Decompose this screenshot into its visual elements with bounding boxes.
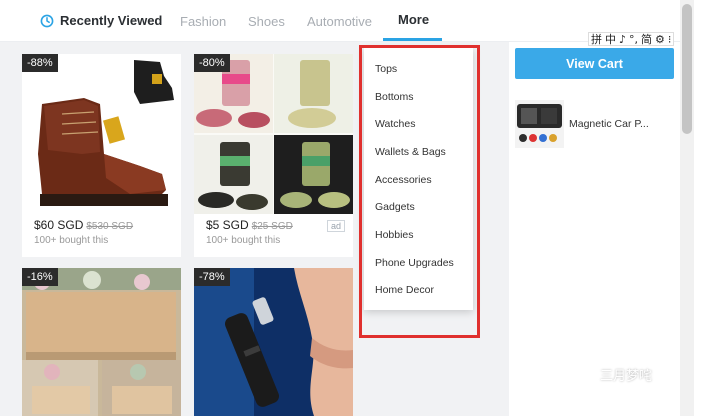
sold-count: 100+ bought this	[206, 235, 281, 246]
ime-moon-icon[interactable]: ♪	[619, 33, 626, 46]
price: $60 SGD	[34, 218, 84, 232]
ime-simplified-icon[interactable]: 简	[641, 31, 652, 47]
original-price: $530 SGD	[86, 221, 134, 232]
product-thumbnail	[515, 100, 564, 148]
discount-badge: -88%	[22, 54, 58, 72]
price: $5 SGD	[206, 218, 249, 232]
scrollbar[interactable]	[680, 0, 694, 416]
wechat-icon	[572, 366, 594, 383]
clock-icon	[40, 14, 54, 27]
ime-chinese-mode-icon[interactable]: 中	[605, 31, 616, 47]
product-card[interactable]: -78%	[194, 268, 353, 416]
tab-automotive[interactable]: Automotive	[307, 14, 372, 29]
tab-recently-viewed[interactable]: Recently Viewed	[40, 13, 162, 28]
ime-pinyin-icon[interactable]: 拼	[591, 31, 602, 47]
tab-label: Recently Viewed	[60, 13, 163, 28]
tab-more[interactable]: More	[398, 12, 429, 27]
ime-punctuation-icon[interactable]: °,	[629, 33, 638, 46]
original-price: $25 SGD	[251, 221, 293, 232]
ad-badge: ad	[326, 220, 345, 232]
product-image-boots	[22, 54, 181, 214]
product-card[interactable]: -80% $5 SGD $25 SGD ad 100+ bought this	[194, 54, 353, 257]
scrollbar-thumb[interactable]	[682, 4, 692, 134]
cart-sidebar: View Cart Magnetic Car P...	[509, 42, 684, 416]
ime-settings-icon[interactable]: ⚙	[655, 33, 665, 46]
watermark: 三月梦咤	[572, 365, 652, 384]
tab-shoes[interactable]: Shoes	[248, 14, 285, 29]
watermark-text: 三月梦咤	[600, 368, 653, 383]
discount-badge: -16%	[22, 268, 58, 286]
active-tab-indicator	[383, 38, 442, 41]
discount-badge: -78%	[194, 268, 230, 286]
product-image-tea-jars	[194, 54, 353, 214]
price-row: $5 SGD $25 SGD	[206, 218, 293, 232]
tab-fashion[interactable]: Fashion	[180, 14, 226, 29]
view-cart-button[interactable]: View Cart	[515, 48, 674, 79]
highlight-box	[359, 45, 480, 338]
product-card[interactable]: -88% $60 SGD $530 SGD 100+ bought this	[22, 54, 181, 257]
discount-badge: -80%	[194, 54, 230, 72]
sold-count: 100+ bought this	[34, 235, 109, 246]
product-image-tablecloth	[22, 268, 181, 416]
price-row: $60 SGD $530 SGD	[34, 218, 133, 232]
product-card[interactable]: -16%	[22, 268, 181, 416]
ime-more-icon[interactable]: ⁝	[668, 33, 672, 46]
product-image-nose-trimmer	[194, 268, 353, 416]
product-grid: -88% $60 SGD $530 SGD 100+ bought this -…	[0, 42, 694, 416]
cart-item-title[interactable]: Magnetic Car P...	[569, 118, 649, 130]
ime-toolbar[interactable]: 拼 中 ♪ °, 简 ⚙ ⁝	[588, 31, 675, 47]
